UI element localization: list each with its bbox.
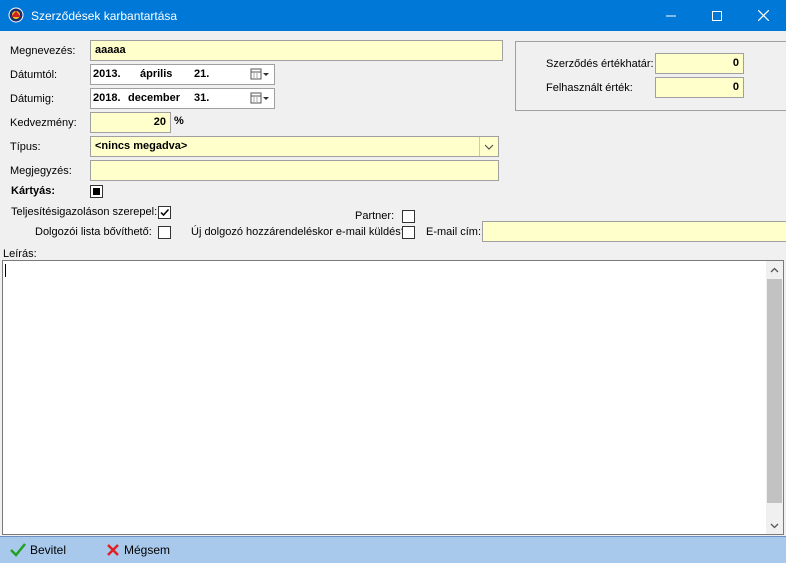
title-bar[interactable]: Szerződések karbantartása <box>0 0 786 31</box>
kedvezmeny-input[interactable]: 20 <box>90 112 171 133</box>
leiras-label: Leírás: <box>3 248 37 260</box>
bevitel-label: Bevitel <box>30 543 67 557</box>
window-title: Szerződések karbantartása <box>31 9 178 23</box>
chevron-up-icon <box>770 267 779 272</box>
vertical-scrollbar[interactable] <box>766 261 783 534</box>
dolgozoi-checkbox[interactable] <box>158 226 171 239</box>
minimize-icon <box>666 15 676 16</box>
bottom-toolbar: Bevitel Mégsem <box>0 536 786 563</box>
dolgozoi-label: Dolgozói lista bővíthető: <box>35 226 152 238</box>
felhasznalt-value[interactable]: 0 <box>655 77 744 98</box>
datumtol-label: Dátumtól: <box>10 69 58 81</box>
close-icon <box>757 10 769 21</box>
app-icon[interactable] <box>8 7 24 23</box>
partner-checkbox[interactable] <box>402 210 415 223</box>
email-input[interactable] <box>482 221 786 242</box>
datumtol-month[interactable]: április <box>140 65 172 84</box>
datumtol-day[interactable]: 21. <box>194 65 209 84</box>
leiras-textarea[interactable] <box>2 260 784 535</box>
tipus-selected-value: <nincs megadva> <box>95 140 188 152</box>
megsem-label: Mégsem <box>124 543 171 557</box>
chevron-down-icon <box>484 144 494 150</box>
scrollbar-thumb[interactable] <box>767 279 782 503</box>
calendar-dropdown-icon[interactable] <box>250 67 272 82</box>
ertekhatar-label: Szerződés értékhatár: <box>546 58 654 70</box>
ertekhatar-value[interactable]: 0 <box>655 53 744 74</box>
checkmark-icon <box>10 543 26 557</box>
checkmark-icon <box>160 208 170 217</box>
megnevezes-input[interactable]: aaaaa <box>90 40 503 61</box>
bevitel-button[interactable]: Bevitel <box>10 537 66 563</box>
percent-unit: % <box>174 115 184 127</box>
kartyas-label: Kártyás: <box>11 185 56 197</box>
tipus-select[interactable]: <nincs megadva> <box>90 136 499 157</box>
scroll-up-button[interactable] <box>766 261 783 278</box>
megjegyzes-input[interactable] <box>90 160 499 181</box>
datumig-year[interactable]: 2018. <box>93 89 121 108</box>
uj-dolgozo-label: Új dolgozó hozzárendeléskor e-mail küldé… <box>191 226 407 238</box>
datumig-month[interactable]: december <box>128 89 180 108</box>
datumig-label: Dátumig: <box>10 93 55 105</box>
datumig-date-picker[interactable]: 2018. december 31. <box>90 88 275 109</box>
close-button[interactable] <box>740 0 786 31</box>
megnevezes-label: Megnevezés: <box>10 45 76 57</box>
datumtol-date-picker[interactable]: 2013. április 21. <box>90 64 275 85</box>
calendar-dropdown-icon[interactable] <box>250 91 272 106</box>
megjegyzes-label: Megjegyzés: <box>10 165 72 177</box>
teljesites-checkbox[interactable] <box>158 206 171 219</box>
teljesites-label: Teljesítésigazoláson szerepel: <box>11 206 158 218</box>
tipus-dropdown-button[interactable] <box>479 137 498 156</box>
uj-dolgozo-checkbox[interactable] <box>402 226 415 239</box>
value-groupbox: Szerződés értékhatár: 0 Felhasznált érté… <box>515 41 786 111</box>
kedvezmeny-label: Kedvezmény: <box>10 117 77 129</box>
minimize-button[interactable] <box>648 0 694 31</box>
maximize-icon <box>712 10 722 21</box>
kartyas-checkbox[interactable] <box>90 185 103 198</box>
text-caret <box>5 264 6 277</box>
megsem-button[interactable]: Mégsem <box>106 537 170 563</box>
felhasznalt-label: Felhasznált érték: <box>546 82 633 94</box>
maximize-button[interactable] <box>694 0 740 31</box>
datumig-day[interactable]: 31. <box>194 89 209 108</box>
email-label: E-mail cím: <box>426 226 481 238</box>
datumtol-year[interactable]: 2013. <box>93 65 121 84</box>
chevron-down-icon <box>770 523 779 528</box>
partner-label: Partner: <box>355 210 395 222</box>
tipus-label: Típus: <box>10 141 41 153</box>
close-icon <box>107 544 119 556</box>
scroll-down-button[interactable] <box>766 517 783 534</box>
